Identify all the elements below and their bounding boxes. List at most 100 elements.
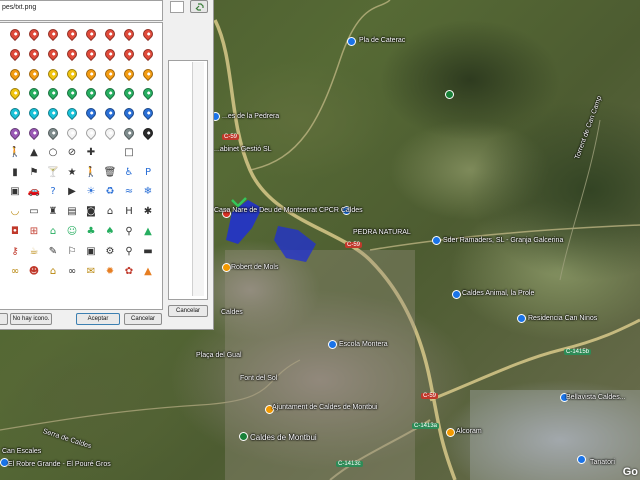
cancel-back-button[interactable]: Cancelar bbox=[168, 305, 208, 317]
icon-option-bicycle-icon[interactable]: ⚲ bbox=[122, 245, 136, 259]
icon-option-pin-purple[interactable] bbox=[26, 125, 42, 141]
icon-path-field[interactable]: pes/txt.png bbox=[0, 0, 163, 21]
icon-option-tree-icon[interactable]: ♣ bbox=[84, 225, 98, 239]
icon-option-pin-green[interactable] bbox=[83, 86, 99, 101]
icon-option-pin-green[interactable] bbox=[140, 86, 156, 101]
icon-option-cart-icon[interactable]: ⊞ bbox=[27, 225, 41, 239]
icon-option-pin-green[interactable] bbox=[26, 86, 42, 101]
icon-option-skate-icon[interactable]: ⚙ bbox=[103, 245, 117, 259]
icon-option-sign-icon[interactable]: ⚐ bbox=[65, 245, 79, 259]
icon-option-pin-white[interactable] bbox=[64, 125, 80, 141]
icon-option-pin-red[interactable] bbox=[64, 26, 80, 42]
poi-pin[interactable] bbox=[239, 432, 248, 441]
preview-scrollbar[interactable] bbox=[192, 62, 204, 296]
icon-option-pin-red[interactable] bbox=[121, 26, 137, 42]
icon-option-square-icon[interactable]: □ bbox=[122, 146, 136, 160]
icon-option-pin-gray[interactable] bbox=[121, 125, 137, 141]
icon-option-flag-icon[interactable]: ⚑ bbox=[27, 166, 41, 180]
icon-option-cocktail-icon[interactable]: 🍸 bbox=[46, 166, 60, 180]
icon-option-circle-icon[interactable]: ○ bbox=[46, 146, 60, 160]
icon-option-pin-red[interactable] bbox=[7, 46, 23, 61]
icon-option-pin-purple[interactable] bbox=[7, 125, 23, 141]
icon-option-pin-orange[interactable] bbox=[7, 66, 23, 81]
icon-option-pin-yellow[interactable] bbox=[7, 86, 23, 101]
small-input-field[interactable] bbox=[170, 1, 184, 13]
icon-option-family-icon[interactable]: ☺ bbox=[65, 225, 79, 239]
icon-option-bag-icon[interactable]: ▣ bbox=[84, 245, 98, 259]
icon-option-swim-icon[interactable]: ≈ bbox=[122, 185, 136, 199]
icon-option-pin-red[interactable] bbox=[64, 46, 80, 61]
icon-option-pin-green[interactable] bbox=[102, 86, 118, 101]
browse-button[interactable] bbox=[190, 0, 208, 13]
poi-pin[interactable] bbox=[445, 90, 454, 99]
icon-option-pin-red[interactable] bbox=[140, 46, 156, 61]
icon-option-volcano-icon[interactable]: ▲ bbox=[141, 265, 155, 279]
icon-option-camera2-icon[interactable]: ◘ bbox=[8, 225, 22, 239]
icon-option-mail-icon[interactable]: ✉ bbox=[84, 265, 98, 279]
icon-option-flower-icon[interactable]: ✿ bbox=[122, 265, 136, 279]
icon-option-parking-icon[interactable]: P bbox=[141, 166, 155, 180]
icon-option-pin-gray[interactable] bbox=[45, 125, 61, 141]
icon-option-question-icon[interactable]: ? bbox=[46, 185, 60, 199]
icon-option-pin-red[interactable] bbox=[26, 26, 42, 42]
no-icon-button[interactable]: No hay icono. bbox=[10, 313, 52, 325]
left-edge-button[interactable] bbox=[0, 313, 8, 325]
icon-option-door-icon[interactable]: ▮ bbox=[8, 166, 22, 180]
icon-option-pin-red[interactable] bbox=[26, 46, 42, 61]
icon-option-no-entry-icon[interactable]: ⊘ bbox=[65, 146, 79, 160]
icon-option-recycle-icon[interactable]: ♻ bbox=[103, 185, 117, 199]
icon-option-shop-icon[interactable]: ⌂ bbox=[103, 205, 117, 219]
icon-option-car-icon[interactable]: 🚗 bbox=[27, 185, 41, 199]
icon-option-pin-black[interactable] bbox=[140, 125, 156, 141]
icon-option-wrench-icon[interactable]: ✎ bbox=[46, 245, 60, 259]
poi-pin[interactable] bbox=[452, 290, 461, 299]
icon-option-hospital-icon[interactable]: H bbox=[122, 205, 136, 219]
icon-option-pin-red[interactable] bbox=[45, 26, 61, 42]
icon-option-pin-red[interactable] bbox=[121, 46, 137, 61]
icon-option-bike-icon[interactable]: ⚲ bbox=[122, 225, 136, 239]
icon-option-pin-green[interactable] bbox=[64, 86, 80, 101]
icon-option-snow-icon[interactable]: ✱ bbox=[141, 205, 155, 219]
icon-option-pin-cyan[interactable] bbox=[45, 106, 61, 121]
icon-option-pin-white[interactable] bbox=[102, 125, 118, 141]
icon-option-glasses-icon[interactable]: ∞ bbox=[8, 265, 22, 279]
poi-pin[interactable] bbox=[446, 428, 455, 437]
icon-option-key-icon[interactable]: ⚷ bbox=[8, 245, 22, 259]
icon-option-pin-blue[interactable] bbox=[102, 106, 118, 121]
icon-option-pin-orange[interactable] bbox=[102, 66, 118, 81]
poi-pin[interactable] bbox=[432, 236, 441, 245]
icon-option-pin-white[interactable] bbox=[83, 125, 99, 141]
icon-option-bed-icon[interactable]: ▬ bbox=[141, 245, 155, 259]
icon-option-gear-icon[interactable]: ✹ bbox=[103, 265, 117, 279]
icon-option-pin-orange[interactable] bbox=[140, 66, 156, 81]
icon-option-home-icon[interactable]: ⌂ bbox=[46, 225, 60, 239]
icon-option-glasses2-icon[interactable]: ∞ bbox=[65, 265, 79, 279]
poi-pin[interactable] bbox=[517, 314, 526, 323]
icon-option-pin-red[interactable] bbox=[7, 26, 23, 42]
icon-option-hiker-icon[interactable]: 🚶 bbox=[8, 146, 22, 160]
accept-button[interactable]: Aceptar bbox=[76, 313, 120, 325]
icon-option-pin-red[interactable] bbox=[102, 46, 118, 61]
icon-option-tent-icon[interactable]: ▲ bbox=[141, 225, 155, 239]
icon-option-blank-icon[interactable] bbox=[103, 146, 117, 160]
icon-option-triangle-icon[interactable]: ▲ bbox=[27, 146, 41, 160]
icon-option-cross-icon[interactable]: ✚ bbox=[84, 146, 98, 160]
icon-option-bus-icon[interactable]: ▣ bbox=[8, 185, 22, 199]
icon-option-pin-cyan[interactable] bbox=[7, 106, 23, 121]
icon-option-pin-blue[interactable] bbox=[140, 106, 156, 121]
icon-option-pin-red[interactable] bbox=[83, 46, 99, 61]
icon-option-camera-icon[interactable]: ◙ bbox=[84, 205, 98, 219]
icon-option-snowflake-icon[interactable]: ❄ bbox=[141, 185, 155, 199]
icon-option-accessible-icon[interactable]: ♿ bbox=[122, 166, 136, 180]
icon-option-pin-yellow[interactable] bbox=[45, 66, 61, 81]
poi-pin[interactable] bbox=[222, 263, 231, 272]
icon-option-pin-red[interactable] bbox=[140, 26, 156, 42]
icon-option-pin-orange[interactable] bbox=[121, 66, 137, 81]
icon-option-trash-icon[interactable]: 🗑 bbox=[103, 166, 117, 180]
poi-pin[interactable] bbox=[328, 340, 337, 349]
icon-option-ticket-icon[interactable]: ▤ bbox=[65, 205, 79, 219]
icon-option-pin-orange[interactable] bbox=[83, 66, 99, 81]
icon-option-cinema-icon[interactable]: ▶ bbox=[65, 185, 79, 199]
icon-option-pin-green[interactable] bbox=[121, 86, 137, 101]
icon-option-tv-icon[interactable]: ▭ bbox=[27, 205, 41, 219]
